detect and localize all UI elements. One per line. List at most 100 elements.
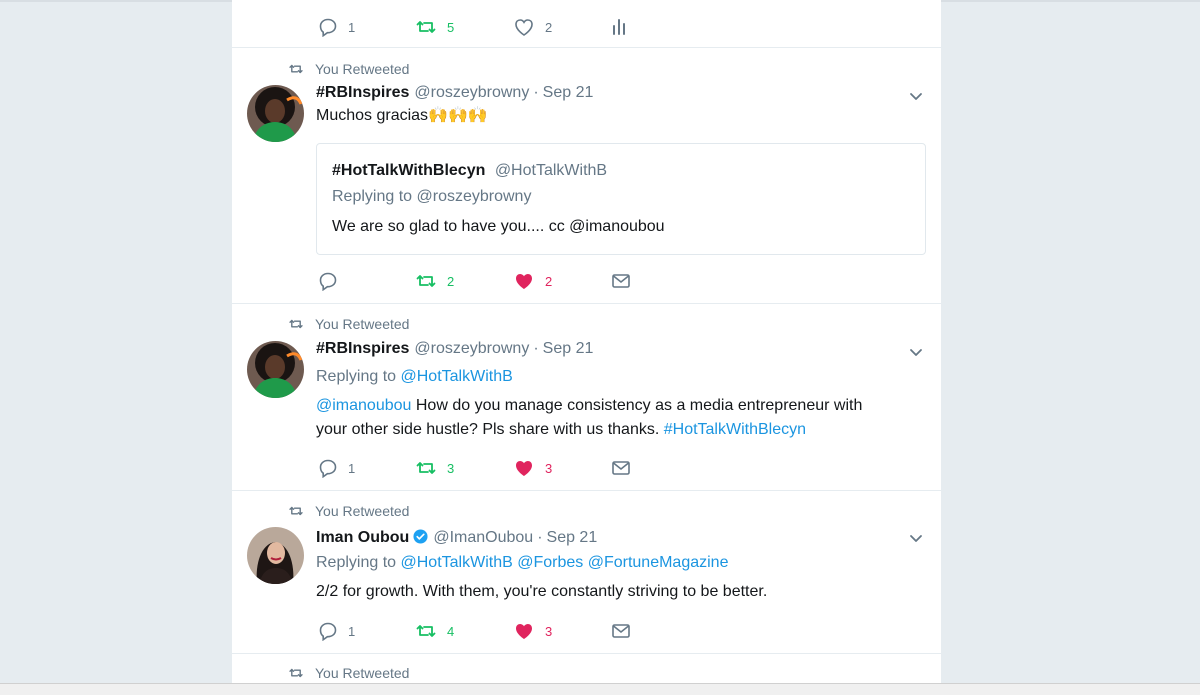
tweet[interactable]: You Retweeted #RBInspires @roszeybrowny … <box>232 304 941 491</box>
retweet-icon <box>287 504 305 518</box>
chevron-down-icon[interactable] <box>908 530 924 546</box>
analytics-icon <box>611 17 629 37</box>
timestamp[interactable]: Sep 21 <box>543 84 594 102</box>
replying-to: Replying to @HotTalkWithB @Forbes @Fortu… <box>316 551 916 575</box>
tweet-text-line: How do you manage consistency as a media… <box>411 397 863 414</box>
tweet-partial-bottom[interactable]: You Retweeted <box>232 654 941 683</box>
retweet-button[interactable]: 5 <box>415 16 454 38</box>
separator-dot: · <box>533 84 539 101</box>
verified-badge-icon <box>413 529 428 544</box>
username[interactable]: @ImanOubou <box>433 529 533 547</box>
avatar[interactable] <box>247 341 304 398</box>
username[interactable]: @roszeybrowny <box>414 84 529 102</box>
display-name[interactable]: #RBInspires <box>316 84 409 102</box>
like-button[interactable]: 2 <box>513 270 552 292</box>
like-button[interactable]: 2 <box>513 16 552 38</box>
retweet-count: 4 <box>447 623 455 639</box>
retweet-context-label: You Retweeted <box>315 503 410 519</box>
timestamp[interactable]: Sep 21 <box>543 340 594 358</box>
reply-button[interactable]: 1 <box>318 457 355 479</box>
tweet-actions: 2 2 <box>318 270 718 292</box>
retweet-icon <box>415 17 437 37</box>
retweet-context-label: You Retweeted <box>315 316 410 332</box>
tweet-text: @imanoubou How do you manage consistency… <box>316 394 916 442</box>
retweet-context-label: You Retweeted <box>315 665 410 681</box>
retweet-button[interactable]: 3 <box>415 457 454 479</box>
timeline[interactable]: 1 5 2 You Retweeted #RBInspires @roszeyb… <box>232 0 941 683</box>
replying-to-handle[interactable]: @Forbes <box>517 554 583 571</box>
replying-to-handle: @roszeybrowny <box>416 188 532 205</box>
envelope-icon <box>611 271 631 291</box>
tweet-actions: 1 4 3 <box>318 620 718 642</box>
timestamp[interactable]: Sep 21 <box>547 529 598 547</box>
quoted-tweet-header: #HotTalkWithBlecyn @HotTalkWithB <box>332 162 607 180</box>
direct-message-button[interactable] <box>611 620 631 642</box>
tweet-header: Iman Oubou @ImanOubou · Sep 21 <box>316 527 597 547</box>
display-name[interactable]: Iman Oubou <box>316 529 409 547</box>
heart-icon <box>513 621 535 641</box>
separator-dot: · <box>533 340 539 357</box>
like-button[interactable]: 3 <box>513 620 552 642</box>
tweet[interactable]: You Retweeted #RBInspires @roszeybrowny … <box>232 48 941 304</box>
replying-to-handle[interactable]: @FortuneMagazine <box>588 554 729 571</box>
reply-count: 1 <box>348 19 356 35</box>
reply-button[interactable]: 1 <box>318 620 355 642</box>
like-button[interactable]: 3 <box>513 457 552 479</box>
reply-icon <box>318 271 338 291</box>
retweet-context: You Retweeted <box>287 315 409 333</box>
reply-button[interactable]: 1 <box>318 16 355 38</box>
replying-to-handle[interactable]: @HotTalkWithB <box>401 368 513 385</box>
retweet-button[interactable]: 2 <box>415 270 454 292</box>
direct-message-button[interactable] <box>611 457 631 479</box>
reply-count: 1 <box>348 460 356 476</box>
tweet[interactable]: You Retweeted Iman Oubou @ImanOubou · Se… <box>232 491 941 654</box>
retweet-context: You Retweeted <box>287 60 409 78</box>
retweet-icon <box>287 666 305 680</box>
tweet-actions: 1 5 2 <box>318 16 718 38</box>
avatar[interactable] <box>247 527 304 584</box>
retweet-count: 5 <box>447 19 455 35</box>
like-count: 3 <box>545 623 553 639</box>
envelope-icon <box>611 458 631 478</box>
retweet-icon <box>287 317 305 331</box>
quoted-display-name: #HotTalkWithBlecyn <box>332 162 486 179</box>
tweet-header: #RBInspires @roszeybrowny · Sep 21 <box>316 84 593 102</box>
reply-button[interactable] <box>318 270 338 292</box>
separator-dot: · <box>537 529 543 546</box>
mention-link[interactable]: @imanoubou <box>316 397 411 414</box>
retweet-icon <box>287 62 305 76</box>
hashtag-link[interactable]: #HotTalkWithBlecyn <box>664 421 806 438</box>
analytics-button[interactable] <box>611 16 629 38</box>
direct-message-button[interactable] <box>611 270 631 292</box>
display-name[interactable]: #RBInspires <box>316 340 409 358</box>
tweet-header: #RBInspires @roszeybrowny · Sep 21 <box>316 340 593 358</box>
tweet-text: 2/2 for growth. With them, you're consta… <box>316 583 768 600</box>
quoted-tweet-text: We are so glad to have you.... cc @imano… <box>332 218 665 235</box>
retweet-context-label: You Retweeted <box>315 61 410 77</box>
envelope-icon <box>611 621 631 641</box>
like-count: 2 <box>545 273 553 289</box>
reply-icon <box>318 17 338 37</box>
tweet-partial-top[interactable]: 1 5 2 <box>232 0 941 48</box>
heart-icon <box>513 271 535 291</box>
avatar[interactable] <box>247 85 304 142</box>
quoted-tweet[interactable]: #HotTalkWithBlecyn @HotTalkWithB Replyin… <box>316 143 926 255</box>
retweet-icon <box>415 271 437 291</box>
username[interactable]: @roszeybrowny <box>414 340 529 358</box>
replying-to-label: Replying to <box>316 554 397 571</box>
retweet-button[interactable]: 4 <box>415 620 454 642</box>
chevron-down-icon[interactable] <box>908 88 924 104</box>
replying-to-handle[interactable]: @HotTalkWithB <box>401 554 513 571</box>
retweet-count: 3 <box>447 460 455 476</box>
tweet-text-line: your other side hustle? Pls share with u… <box>316 421 664 438</box>
tweet-text: Muchos gracias🙌🙌🙌 <box>316 107 488 124</box>
reply-count: 1 <box>348 623 356 639</box>
chevron-down-icon[interactable] <box>908 344 924 360</box>
replying-to-label: Replying to <box>316 368 397 385</box>
replying-to: Replying to @HotTalkWithB <box>316 365 916 389</box>
quoted-replying-to: Replying to @roszeybrowny <box>332 188 531 206</box>
replying-to-label: Replying to <box>332 188 413 205</box>
like-count: 3 <box>545 460 553 476</box>
retweet-context: You Retweeted <box>287 664 409 682</box>
reply-icon <box>318 621 338 641</box>
